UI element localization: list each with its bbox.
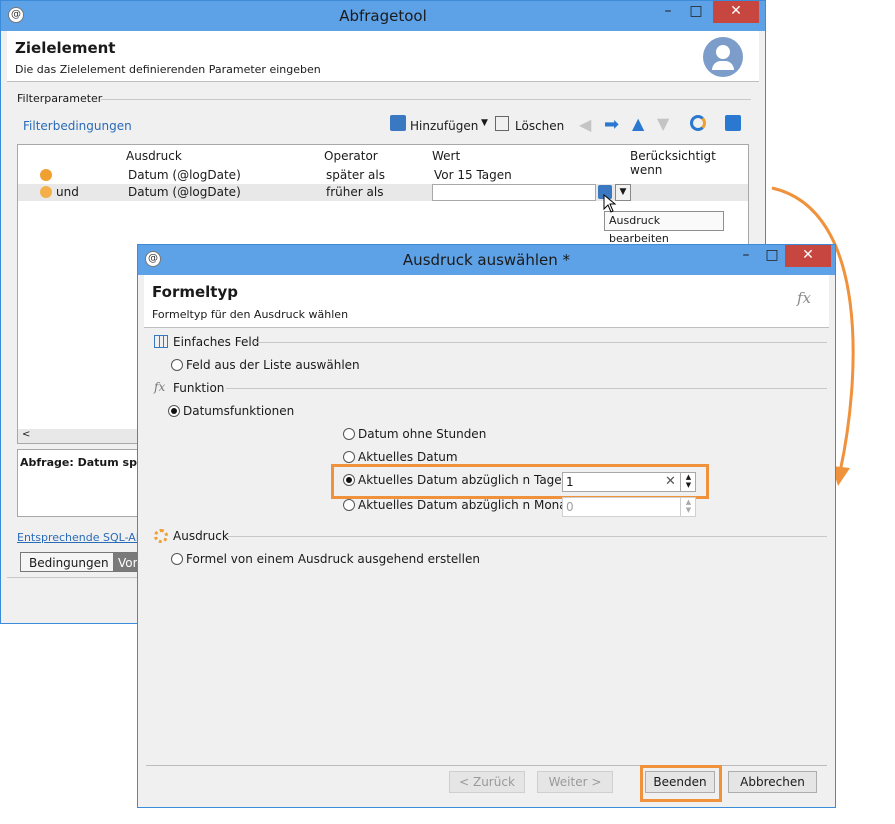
table-row[interactable]: und Datum (@logDate) früher als ▼ [18, 184, 748, 201]
radio-minus-months[interactable] [343, 499, 355, 511]
filter-conditions-link[interactable]: Filterbedingungen [23, 119, 132, 133]
arrow-left-icon[interactable]: ◀ [579, 115, 591, 134]
cancel-button[interactable]: Abbrechen [728, 771, 817, 793]
arrow-right-icon[interactable]: ➡ [604, 114, 619, 135]
days-input[interactable]: 1 ✕ ▲ ▼ [562, 472, 696, 492]
scroll-left-icon[interactable]: < [22, 429, 30, 440]
radio-formula[interactable] [171, 553, 183, 565]
cell-operator: später als [326, 168, 385, 182]
arrow-down-icon[interactable]: ▼ [657, 114, 669, 133]
condition-icon [40, 169, 52, 181]
next-button[interactable]: Weiter > [537, 771, 613, 793]
trash-icon[interactable] [495, 116, 509, 131]
maximize-button[interactable]: □ [683, 1, 709, 23]
cell-operator: früher als [326, 185, 384, 199]
tooltip: Ausdruck bearbeiten [604, 211, 724, 245]
table-grid-icon [154, 335, 168, 348]
radio-formula-label[interactable]: Formel von einem Ausdruck ausgehend erst… [186, 552, 480, 566]
dialog-page-title: Formeltyp [152, 283, 238, 301]
cell-expression: Datum (@logDate) [128, 185, 241, 199]
add-dropdown-icon[interactable]: ▼ [481, 118, 488, 128]
page-subtitle: Die das Zielelement definierenden Parame… [15, 63, 321, 76]
radio-field-list-label[interactable]: Feld aus der Liste auswählen [186, 358, 360, 372]
value-input[interactable] [432, 184, 596, 201]
header-panel: Zielelement Die das Zielelement definier… [7, 31, 759, 82]
close-button[interactable]: ✕ [713, 1, 759, 23]
section-expression: Ausdruck [173, 529, 229, 543]
months-input-value: 0 [566, 500, 574, 514]
radio-date-functions[interactable] [168, 405, 180, 417]
section-simple-field: Einfaches Feld [173, 335, 260, 349]
save-icon[interactable] [725, 115, 741, 131]
window-title: Abfragetool [339, 7, 427, 25]
days-input-value: 1 [566, 475, 574, 489]
cell-expression: Datum (@logDate) [128, 168, 241, 182]
radio-minus-months-label[interactable]: Aktuelles Datum abzüglich n Monate [358, 498, 579, 512]
dialog-close-button[interactable]: ✕ [785, 245, 831, 267]
radio-current-date-label[interactable]: Aktuelles Datum [358, 450, 458, 464]
cell-value: Vor 15 Tagen [434, 168, 512, 182]
table-row[interactable]: Datum (@logDate) später als Vor 15 Tagen [18, 167, 748, 184]
finish-button[interactable]: Beenden [645, 771, 715, 793]
radio-minus-days[interactable] [343, 474, 355, 486]
radio-current-date[interactable] [343, 451, 355, 463]
fx-icon: fx [796, 289, 811, 307]
add-icon[interactable] [390, 115, 406, 131]
dialog-minimize-button[interactable]: – [733, 245, 759, 267]
title-bar: @ Abfragetool – □ ✕ [1, 1, 765, 31]
refresh-chart-icon[interactable] [690, 115, 706, 131]
radio-minus-days-label[interactable]: Aktuelles Datum abzüglich n Tage [358, 473, 562, 487]
user-avatar-icon [703, 37, 743, 77]
col-header-expression: Ausdruck [126, 149, 182, 163]
select-expression-dialog: @ Ausdruck auswählen * – □ ✕ Formeltyp F… [137, 244, 836, 808]
arrow-up-icon[interactable]: ▲ [632, 114, 644, 133]
col-header-operator: Operator [324, 149, 378, 163]
filter-section-label: Filterparameter [17, 92, 103, 105]
gear-icon [154, 529, 168, 543]
delete-button[interactable]: Löschen [515, 119, 564, 133]
back-button[interactable]: < Zurück [449, 771, 525, 793]
divider [226, 388, 827, 389]
radio-date-functions-label[interactable]: Datumsfunktionen [183, 404, 294, 418]
page-title: Zielelement [15, 39, 116, 57]
months-input[interactable]: 0 ▲ ▼ [562, 497, 696, 517]
minimize-button[interactable]: – [655, 1, 681, 23]
months-spinner[interactable]: ▲ ▼ [680, 498, 696, 516]
condition-and-icon [40, 186, 52, 198]
dialog-title: Ausdruck auswählen * [402, 251, 571, 269]
dialog-page-subtitle: Formeltyp für den Ausdruck wählen [152, 308, 349, 321]
divider [146, 765, 827, 766]
cell-conjunction: und [56, 185, 79, 199]
sql-query-link[interactable]: Entsprechende SQL-Ab [17, 531, 143, 544]
divider [255, 342, 827, 343]
value-dropdown-button[interactable]: ▼ [615, 184, 631, 201]
dialog-header-panel: Formeltyp Formeltyp für den Ausdruck wäh… [144, 275, 829, 328]
col-header-value: Wert [432, 149, 461, 163]
radio-date-no-hours-label[interactable]: Datum ohne Stunden [358, 427, 486, 441]
dialog-maximize-button[interactable]: □ [759, 245, 785, 267]
clear-icon[interactable]: ✕ [665, 474, 676, 489]
radio-date-no-hours[interactable] [343, 428, 355, 440]
section-function: Funktion [173, 381, 225, 395]
divider [101, 99, 751, 100]
function-fx-icon: fx [154, 380, 166, 394]
add-button[interactable]: Hinzufügen [410, 119, 478, 133]
divider [228, 536, 827, 537]
dialog-title-bar: @ Ausdruck auswählen * – □ ✕ [138, 245, 835, 275]
tab-conditions[interactable]: Bedingungen [20, 552, 118, 572]
radio-field-list[interactable] [171, 359, 183, 371]
tab-preview[interactable]: Vor [113, 552, 139, 572]
days-spinner[interactable]: ▲ ▼ [680, 473, 696, 491]
mouse-cursor-icon [603, 194, 617, 213]
